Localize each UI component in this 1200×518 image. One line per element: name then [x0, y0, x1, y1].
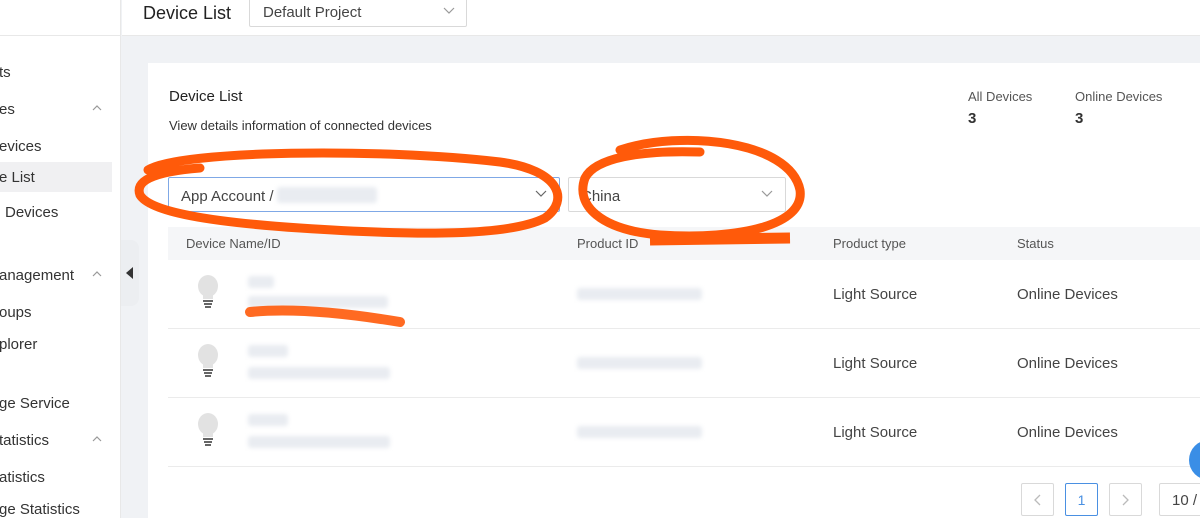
device-status: Online Devices	[1017, 424, 1118, 441]
page-button-current[interactable]: 1	[1065, 483, 1098, 516]
card-subtitle: View details information of connected de…	[169, 118, 432, 133]
table-header: Device Name/ID Product ID Product type S…	[168, 227, 1200, 260]
sidebar-item-virtual-devices[interactable]: Devices	[0, 198, 112, 228]
page-size-value: 10 /	[1172, 492, 1198, 509]
sidebar-item-label: e List	[0, 169, 35, 186]
chevron-down-icon	[443, 7, 455, 14]
sidebar-item-label: oups	[0, 304, 32, 321]
redacted-device-name	[248, 276, 274, 288]
stat-value: 3	[1075, 110, 1084, 127]
next-page-button[interactable]	[1109, 483, 1142, 516]
redacted-account	[277, 187, 377, 203]
sidebar-item-products[interactable]: ts	[0, 58, 112, 88]
sidebar-item-label: ts	[0, 64, 11, 81]
prev-page-button[interactable]	[1021, 483, 1054, 516]
caret-left-icon	[126, 267, 133, 279]
column-header: Status	[1017, 236, 1054, 251]
product-type: Light Source	[833, 424, 918, 441]
sidebar-item-management-group[interactable]: anagement	[0, 261, 112, 291]
account-select[interactable]: App Account /	[168, 177, 560, 212]
table-row[interactable]: Light Source Online Devices	[168, 398, 1200, 467]
column-header: Product type	[833, 236, 906, 251]
stat-label: All Devices	[968, 89, 1033, 104]
sidebar-item-message-service[interactable]: ge Service	[0, 389, 112, 419]
project-select[interactable]: Default Project	[249, 0, 467, 27]
chevron-up-icon	[92, 271, 102, 277]
page-size-select[interactable]: 10 /	[1159, 483, 1200, 516]
sidebar-item-label: evices	[0, 138, 42, 155]
redacted-device-name	[248, 345, 288, 357]
card-title: Device List	[169, 88, 243, 105]
region-select[interactable]: China	[568, 177, 786, 212]
table-row[interactable]: Light Source Online Devices	[168, 260, 1200, 329]
chevron-left-icon	[1034, 494, 1041, 506]
sidebar-item-message-statistics[interactable]: ge Statistics	[0, 495, 112, 518]
top-bar: Device List Default Project	[122, 0, 1200, 36]
sidebar-item-label: atistics	[0, 469, 45, 486]
product-type: Light Source	[833, 355, 918, 372]
redacted-device-id	[248, 436, 390, 448]
device-list-card: Device List View details information of …	[148, 63, 1200, 518]
light-bulb-icon	[198, 275, 218, 308]
column-header: Device Name/ID	[186, 236, 281, 251]
region-select-value: China	[581, 188, 621, 205]
account-select-value: App Account /	[181, 188, 274, 205]
chevron-down-icon	[535, 190, 547, 197]
project-select-value: Default Project	[263, 4, 362, 21]
page-number: 1	[1077, 492, 1086, 508]
sidebar-item-devices-group[interactable]: es	[0, 95, 112, 125]
redacted-product-id	[577, 426, 702, 438]
sidebar-collapse-button[interactable]	[121, 240, 139, 306]
sidebar-header	[0, 0, 120, 36]
device-status: Online Devices	[1017, 355, 1118, 372]
stat-label: Online Devices	[1075, 89, 1163, 104]
device-status: Online Devices	[1017, 286, 1118, 303]
redacted-device-name	[248, 414, 288, 426]
redacted-device-id	[248, 367, 390, 379]
stat-value: 3	[968, 110, 977, 127]
sidebar-item-statistics-group[interactable]: tatistics	[0, 426, 112, 456]
redacted-product-id	[577, 288, 702, 300]
redacted-product-id	[577, 357, 702, 369]
column-header: Product ID	[577, 236, 639, 251]
table-row[interactable]: Light Source Online Devices	[168, 329, 1200, 398]
light-bulb-icon	[198, 413, 218, 446]
stat-all-devices: All Devices 3	[968, 89, 1032, 127]
sidebar-item-label: anagement	[0, 267, 75, 284]
sidebar-item-label: tatistics	[0, 432, 50, 449]
sidebar-item-label: plorer	[0, 336, 38, 353]
sidebar-item-all-devices[interactable]: evices	[0, 132, 112, 162]
sidebar-item-label: ge Statistics	[0, 501, 80, 518]
sidebar-item-device-statistics[interactable]: atistics	[0, 463, 112, 493]
sidebar: ts es evices e List Devices anagement ou…	[0, 0, 121, 518]
light-bulb-icon	[198, 344, 218, 377]
sidebar-item-device-list[interactable]: e List	[0, 162, 112, 192]
chevron-up-icon	[92, 436, 102, 442]
sidebar-item-explorer[interactable]: plorer	[0, 330, 112, 360]
sidebar-item-label: ge Service	[0, 395, 70, 412]
chevron-down-icon	[761, 190, 773, 197]
sidebar-item-label: Devices	[5, 204, 59, 221]
page-title: Device List	[143, 3, 232, 23]
sidebar-item-label: es	[0, 101, 15, 118]
chevron-up-icon	[92, 105, 102, 111]
chevron-right-icon	[1122, 494, 1129, 506]
redacted-device-id	[248, 296, 388, 308]
product-type: Light Source	[833, 286, 918, 303]
stat-online-devices: Online Devices 3	[1075, 89, 1162, 127]
sidebar-item-groups[interactable]: oups	[0, 298, 112, 328]
